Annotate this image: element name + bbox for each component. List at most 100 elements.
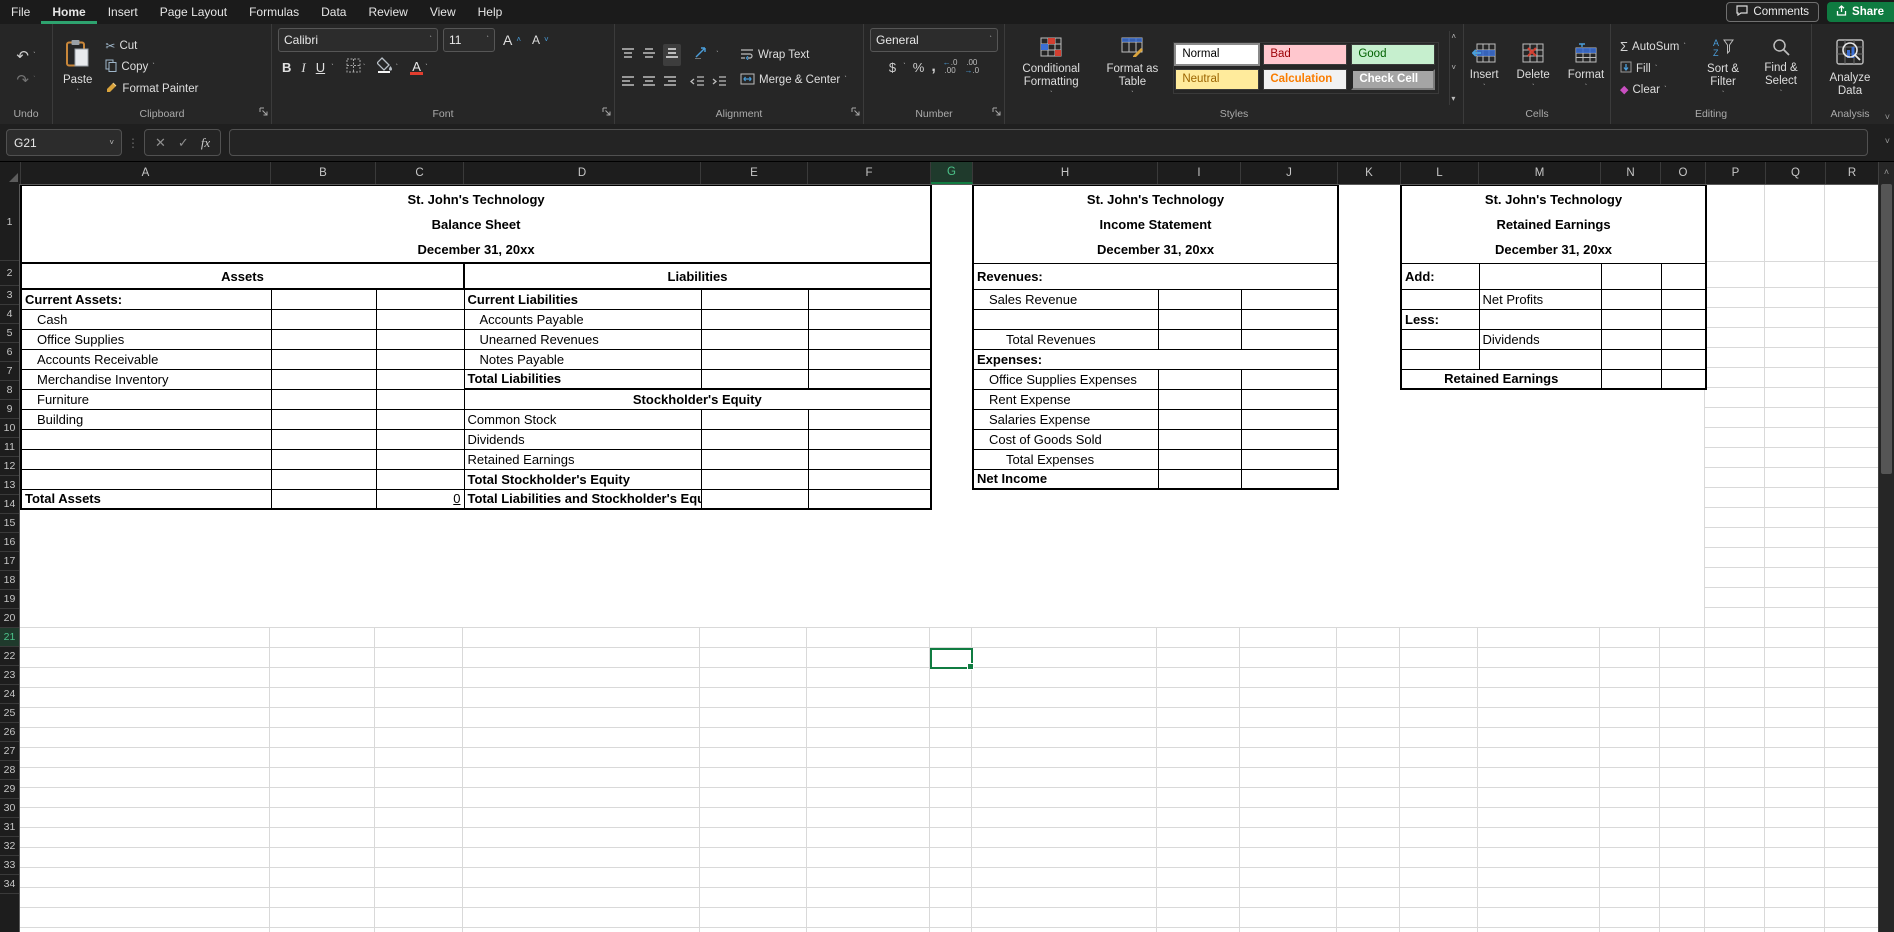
cell-D9[interactable]: Common Stock (463, 408, 702, 430)
column-header-A[interactable]: A (21, 162, 271, 184)
cell-H11[interactable]: Total Expenses (972, 448, 1159, 470)
tab-page-layout[interactable]: Page Layout (149, 0, 238, 24)
row-header-26[interactable]: 26 (0, 723, 19, 742)
cell-I11[interactable] (1157, 448, 1242, 470)
format-painter-button[interactable]: Format Painter (102, 80, 201, 98)
cell-O4[interactable] (1660, 308, 1707, 330)
tab-formulas[interactable]: Formulas (238, 0, 310, 24)
cell-B7[interactable] (270, 368, 377, 390)
cell-B5[interactable] (270, 328, 377, 350)
cell-B9[interactable] (270, 408, 377, 430)
merge-center-button[interactable]: Merge & Center ˋ (737, 72, 850, 89)
cell-E11[interactable] (700, 448, 809, 470)
row-header-21[interactable]: 21 (0, 628, 19, 647)
cell-I12[interactable] (1157, 468, 1242, 490)
wrap-text-button[interactable]: Wrap Text (737, 47, 812, 64)
gallery-more-arrow[interactable]: ▾ (1451, 94, 1456, 103)
cell-H7[interactable]: Office Supplies Expenses (972, 368, 1159, 390)
cell-A6[interactable]: Accounts Receivable (20, 348, 272, 370)
tab-view[interactable]: View (419, 0, 467, 24)
cell-F6[interactable] (807, 348, 932, 370)
column-header-G[interactable]: G (931, 162, 973, 184)
scrollbar-thumb[interactable] (1881, 184, 1892, 474)
cell-N4[interactable] (1600, 308, 1662, 330)
italic-button[interactable]: I (297, 60, 309, 76)
alignment-dialog-launcher[interactable] (851, 103, 860, 121)
cell-L6[interactable] (1400, 348, 1480, 370)
cell-D7[interactable]: Total Liabilities (463, 368, 702, 390)
cell-D12[interactable]: Total Stockholder's Equity (463, 468, 702, 490)
cell-H12[interactable]: Net Income (972, 468, 1159, 490)
style-calculation[interactable]: Calculation (1263, 68, 1348, 90)
sort-filter-button[interactable]: AZ Sort & Filter ˋ (1699, 37, 1747, 99)
cell-L4[interactable]: Less: (1400, 308, 1480, 330)
row-header-34[interactable]: 34 (0, 875, 19, 894)
row-header-33[interactable]: 33 (0, 856, 19, 875)
cell-A12[interactable] (20, 468, 272, 490)
formula-input[interactable] (229, 129, 1868, 156)
cell-O5[interactable] (1660, 328, 1707, 350)
cell-C3[interactable] (375, 288, 465, 310)
borders-menu[interactable]: ˋ (363, 63, 366, 72)
cell-I4[interactable] (1157, 308, 1242, 330)
select-all-corner[interactable] (0, 162, 21, 184)
insert-function-icon[interactable]: fx (201, 135, 210, 151)
row-header-1[interactable]: 1 (0, 184, 19, 261)
row-header-2[interactable]: 2 (0, 261, 19, 286)
name-box[interactable]: G21 ˅ (6, 129, 122, 156)
autosum-button[interactable]: Σ AutoSum ˋ (1617, 38, 1689, 55)
cell-F3[interactable] (807, 288, 932, 310)
cell-C4[interactable] (375, 308, 465, 330)
row-header-24[interactable]: 24 (0, 685, 19, 704)
cell-F9[interactable] (807, 408, 932, 430)
cell-I7[interactable] (1157, 368, 1242, 390)
increase-decimal-button[interactable]: ←.0.00 (943, 59, 958, 75)
cell-C12[interactable] (375, 468, 465, 490)
cell-J3[interactable] (1240, 288, 1339, 310)
column-header-L[interactable]: L (1401, 162, 1479, 184)
align-middle-icon[interactable] (642, 46, 656, 64)
cell-I9[interactable] (1157, 408, 1242, 430)
gallery-down-arrow[interactable]: ˅ (1451, 63, 1456, 72)
align-left-icon[interactable] (621, 74, 635, 92)
conditional-formatting-button[interactable]: Conditional Formatting ˋ (1011, 37, 1091, 99)
delete-cells-button[interactable]: Delete ˋ (1513, 43, 1554, 92)
cell-B13[interactable] (270, 488, 377, 510)
row-header-28[interactable]: 28 (0, 761, 19, 780)
equity-header-cell[interactable]: Stockholder's Equity (463, 388, 932, 410)
column-header-K[interactable]: K (1338, 162, 1401, 184)
underline-button[interactable]: U (312, 60, 329, 75)
column-header-Q[interactable]: Q (1766, 162, 1826, 184)
gallery-up-arrow[interactable]: ˄ (1451, 32, 1456, 41)
row-header-15[interactable]: 15 (0, 514, 19, 533)
style-normal[interactable]: Normal (1174, 42, 1261, 66)
format-cells-button[interactable]: Format ˋ (1564, 43, 1608, 92)
row-header-20[interactable]: 20 (0, 609, 19, 628)
cell-A10[interactable] (20, 428, 272, 450)
cell-J4[interactable] (1240, 308, 1339, 330)
retained-earnings-title[interactable]: St. John's Technology Retained Earnings … (1400, 184, 1707, 264)
font-name-select[interactable]: Calibri ˋ (278, 28, 438, 52)
cell-D13[interactable]: Total Liabilities and Stockholder's Equi… (463, 488, 702, 510)
enter-icon[interactable]: ✓ (178, 135, 189, 151)
cell-D10[interactable]: Dividends (463, 428, 702, 450)
cell-B3[interactable] (270, 288, 377, 310)
tab-data[interactable]: Data (310, 0, 357, 24)
cell-B11[interactable] (270, 448, 377, 470)
cell-E7[interactable] (700, 368, 809, 390)
clear-button[interactable]: ◆ Clear ˋ (1617, 82, 1670, 97)
column-header-R[interactable]: R (1826, 162, 1879, 184)
grow-font-button[interactable]: A ˄ (500, 31, 524, 49)
align-top-icon[interactable] (621, 46, 635, 64)
cell-C6[interactable] (375, 348, 465, 370)
cell-E9[interactable] (700, 408, 809, 430)
cell-C11[interactable] (375, 448, 465, 470)
cell-I10[interactable] (1157, 428, 1242, 450)
comma-style-button[interactable]: , (931, 58, 935, 76)
row-header-32[interactable]: 32 (0, 837, 19, 856)
share-button[interactable]: Share (1827, 2, 1894, 22)
cell-F11[interactable] (807, 448, 932, 470)
tab-home[interactable]: Home (41, 0, 97, 24)
align-right-icon[interactable] (663, 74, 677, 92)
tab-help[interactable]: Help (467, 0, 514, 24)
